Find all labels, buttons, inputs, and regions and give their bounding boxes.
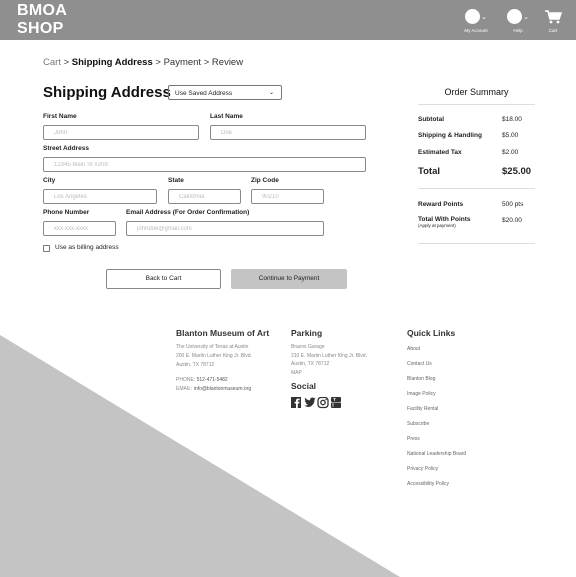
chevron-down-icon: ⌄ xyxy=(481,13,487,21)
zip-input[interactable] xyxy=(251,189,324,204)
quick-link-privacy[interactable]: Privacy Policy xyxy=(407,466,466,481)
divider xyxy=(418,188,535,189)
street-input[interactable] xyxy=(43,157,366,172)
order-summary-title: Order Summary xyxy=(444,87,509,97)
last-name-input[interactable] xyxy=(210,125,366,140)
my-account-nav[interactable]: ⌄ My Account xyxy=(456,8,496,33)
quick-link-accessibility[interactable]: Accessibility Policy xyxy=(407,481,466,496)
parking-address: Brazos Garage 210 E. Martin Luther King … xyxy=(291,343,367,377)
parking-line: Austin, TX 78712 xyxy=(291,361,330,367)
breadcrumb-separator: > xyxy=(63,57,70,68)
account-avatar-icon xyxy=(465,9,481,25)
parking-title: Parking xyxy=(291,328,323,338)
last-name-label: Last Name xyxy=(210,113,243,120)
apply-at-payment-note: (Apply at payment) xyxy=(418,223,456,228)
total-with-points-value: $20.00 xyxy=(502,217,522,224)
museum-email: EMAIL: info@blantonmuseum.org xyxy=(176,385,252,394)
brand-line-2: SHOP xyxy=(17,20,64,37)
breadcrumb-separator: > xyxy=(155,57,161,68)
total-with-points-label: Total With Points (Apply at payment) xyxy=(418,216,471,228)
quick-links-title: Quick Links xyxy=(407,328,456,338)
city-input[interactable] xyxy=(43,189,157,204)
parking-map-link[interactable]: MAP xyxy=(291,369,367,378)
breadcrumb: Cart > Shipping Address > Payment > Revi… xyxy=(43,57,243,68)
subtotal-label: Subtotal xyxy=(418,116,444,123)
quick-link-image-policy[interactable]: Image Policy xyxy=(407,391,466,406)
phone-value: 512-471-5482 xyxy=(196,377,228,383)
back-to-cart-button[interactable]: Back to Cart xyxy=(106,269,221,289)
museum-phone: PHONE: 512-471-5482 xyxy=(176,376,252,385)
youtube-icon[interactable] xyxy=(331,397,341,408)
continue-to-payment-button[interactable]: Continue to Payment xyxy=(231,269,347,289)
reward-points-label: Reward Points xyxy=(418,201,464,208)
reward-points-value: 500 pts xyxy=(502,201,524,208)
parking-line: 210 E. Martin Luther King Jr. Blvd. xyxy=(291,352,367,359)
billing-checkbox[interactable] xyxy=(43,245,50,252)
museum-address-line: The University of Texas at Austin xyxy=(176,344,249,350)
breadcrumb-review: Review xyxy=(211,57,244,68)
state-label: State xyxy=(168,177,184,184)
social-title: Social xyxy=(291,381,317,391)
phone-label: Phone Number xyxy=(43,209,90,216)
shipping-value: $5.00 xyxy=(502,132,519,139)
help-nav[interactable]: ⌄ Help xyxy=(498,8,538,33)
instagram-icon[interactable] xyxy=(317,396,329,409)
twitter-icon[interactable] xyxy=(304,397,316,407)
first-name-input[interactable] xyxy=(43,125,199,140)
parking-line: Brazos Garage xyxy=(291,344,325,350)
total-with-points-text: Total With Points xyxy=(418,216,471,223)
quick-link-contact[interactable]: Contact Us xyxy=(407,361,466,376)
city-label: City xyxy=(43,177,56,184)
museum-address: The University of Texas at Austin 200 E.… xyxy=(176,343,252,394)
divider xyxy=(418,243,535,244)
quick-link-subscribe[interactable]: Subscribe xyxy=(407,421,466,436)
state-input[interactable] xyxy=(168,189,241,204)
quick-link-facility-rental[interactable]: Facility Rental xyxy=(407,406,466,421)
facebook-icon[interactable] xyxy=(291,397,301,408)
cart-icon xyxy=(544,9,562,24)
total-value: $25.00 xyxy=(502,166,532,177)
subtotal-value: $18.00 xyxy=(502,116,522,123)
billing-checkbox-label: Use as billing address xyxy=(55,244,119,251)
phone-label: PHONE: xyxy=(176,377,196,383)
chevron-down-icon: ⌄ xyxy=(523,13,529,21)
quick-link-blog[interactable]: Blanton Blog xyxy=(407,376,466,391)
phone-input[interactable] xyxy=(43,221,116,236)
saved-address-value: Use Saved Address xyxy=(175,90,233,97)
divider xyxy=(418,104,535,105)
first-name-label: First Name xyxy=(43,113,77,120)
saved-address-select[interactable]: Use Saved Address ⌄ xyxy=(168,85,282,100)
email-label: Email Address (For Order Confirmation) xyxy=(126,209,250,216)
museum-address-line: Austin, TX 78712 xyxy=(176,362,215,368)
cart-nav[interactable]: Cart xyxy=(533,8,573,33)
help-label: Help xyxy=(513,28,523,33)
breadcrumb-separator: > xyxy=(203,57,210,68)
zip-label: Zip Code xyxy=(251,177,279,184)
tax-label: Estimated Tax xyxy=(418,149,462,156)
street-label: Street Address xyxy=(43,145,89,152)
quick-link-press[interactable]: Press xyxy=(407,436,466,451)
brand-logo[interactable]: BMOA SHOP xyxy=(17,2,67,38)
quick-links-list: About Contact Us Blanton Blog Image Poli… xyxy=(407,346,466,496)
page-title: Shipping Address xyxy=(43,84,171,101)
social-icons xyxy=(291,396,345,409)
breadcrumb-cart[interactable]: Cart xyxy=(43,57,61,68)
brand-line-1: BMOA xyxy=(17,2,68,19)
tax-value: $2.00 xyxy=(502,149,519,156)
email-link[interactable]: info@blantonmuseum.org xyxy=(194,386,251,392)
help-icon xyxy=(507,9,523,25)
my-account-label: My Account xyxy=(464,28,488,33)
email-input[interactable] xyxy=(126,221,324,236)
total-label: Total xyxy=(418,166,440,177)
email-label-text: EMAIL: xyxy=(176,386,193,392)
shipping-label: Shipping & Handling xyxy=(418,132,482,139)
breadcrumb-payment: Payment xyxy=(163,57,202,68)
museum-address-line: 200 E. Martin Luther King Jr. Blvd. xyxy=(176,353,252,359)
cart-label: Cart xyxy=(548,28,558,33)
breadcrumb-shipping: Shipping Address xyxy=(71,57,153,68)
quick-link-about[interactable]: About xyxy=(407,346,466,361)
quick-link-leadership-board[interactable]: National Leadership Board xyxy=(407,451,466,466)
museum-title: Blanton Museum of Art xyxy=(176,328,270,338)
chevron-down-icon: ⌄ xyxy=(268,90,274,96)
